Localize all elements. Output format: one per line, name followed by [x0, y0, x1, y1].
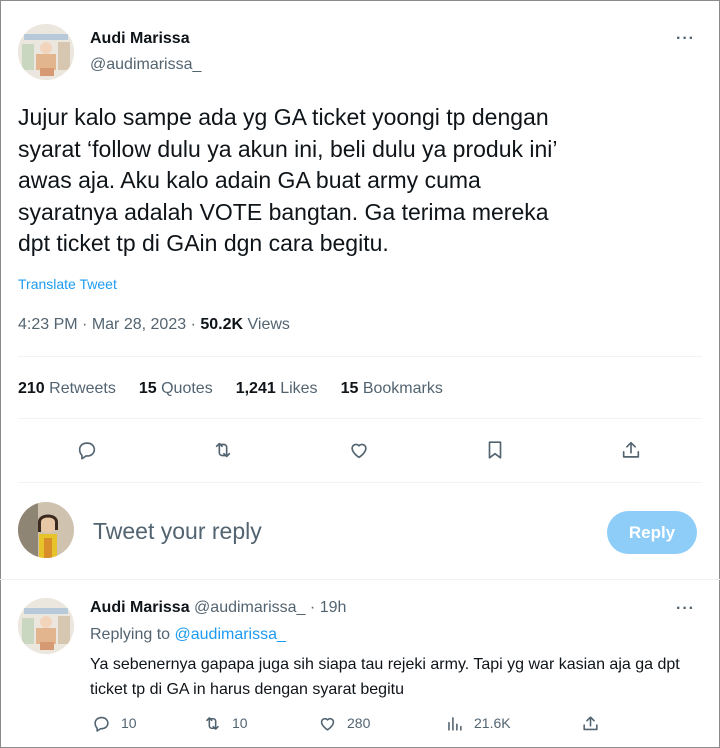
views-label: Views	[247, 316, 290, 333]
tweet-time[interactable]: 4:23 PM	[18, 316, 78, 333]
tweet-stats: 210 Retweets 15 Quotes 1,241 Likes 15 Bo…	[18, 380, 466, 398]
reply-reply-action[interactable]: 10	[92, 712, 137, 734]
replying-to: Replying to @audimarissa_	[90, 626, 286, 644]
reply-text: Ya sebenernya gapapa juga sih siapa tau …	[90, 656, 680, 698]
reply-views-count: 21.6K	[474, 715, 511, 731]
stat-bookmarks[interactable]: 15 Bookmarks	[341, 380, 443, 398]
divider	[18, 356, 702, 357]
translate-tweet-link[interactable]: Translate Tweet	[18, 276, 117, 292]
reply-button[interactable]: Reply	[607, 511, 697, 554]
reply-input[interactable]: Tweet your reply	[93, 518, 262, 545]
author-avatar[interactable]	[18, 24, 74, 80]
reply-retweets-count: 10	[232, 715, 248, 731]
meta-separator: ·	[82, 316, 88, 333]
retweet-icon[interactable]	[209, 436, 237, 464]
retweet-icon	[206, 716, 219, 730]
reply-age[interactable]: 19h	[320, 599, 347, 616]
reply-share-action[interactable]	[581, 712, 610, 734]
divider	[18, 418, 702, 419]
my-avatar[interactable]	[18, 502, 74, 558]
reply-retweet-action[interactable]: 10	[203, 712, 248, 734]
reply-author-handle[interactable]: @audimarissa_	[194, 599, 305, 616]
reply-author-avatar[interactable]	[18, 598, 74, 654]
reply-more-options-icon[interactable]: ···	[676, 600, 695, 618]
divider	[18, 482, 702, 483]
reply-header: Audi Marissa @audimarissa_ · 19h	[90, 599, 346, 617]
reply-like-action[interactable]: 280	[318, 712, 370, 734]
tweet-meta: 4:23 PM · Mar 28, 2023 · 50.2K Views	[18, 316, 290, 334]
views-count: 50.2K	[200, 316, 244, 333]
stat-likes[interactable]: 1,241 Likes	[236, 380, 318, 398]
tweet-text: Jujur kalo sampe ada yg GA ticket yoongi…	[18, 104, 558, 256]
meta-separator: ·	[190, 316, 196, 333]
share-icon[interactable]	[617, 436, 645, 464]
bookmark-icon[interactable]	[481, 436, 509, 464]
reply-separator: ·	[309, 599, 316, 616]
author-name[interactable]: Audi Marissa	[90, 30, 190, 48]
share-icon	[583, 715, 598, 730]
reply-icon[interactable]	[73, 436, 101, 464]
replying-to-prefix: Replying to	[90, 626, 171, 643]
reply-replies-count: 10	[121, 715, 137, 731]
reply-likes-count: 280	[347, 715, 371, 731]
like-icon	[320, 717, 335, 731]
tweet-date[interactable]: Mar 28, 2023	[92, 316, 186, 333]
replying-to-handle[interactable]: @audimarissa_	[175, 626, 286, 643]
reply-author-name[interactable]: Audi Marissa	[90, 599, 190, 616]
like-icon[interactable]	[345, 436, 373, 464]
author-handle[interactable]: @audimarissa_	[90, 56, 201, 74]
divider	[0, 579, 720, 580]
stat-retweets[interactable]: 210 Retweets	[18, 380, 116, 398]
stat-quotes[interactable]: 15 Quotes	[139, 380, 213, 398]
more-options-icon[interactable]: ···	[676, 30, 695, 48]
reply-icon	[94, 716, 109, 732]
views-icon	[448, 716, 462, 731]
reply-views-action[interactable]: 21.6K	[445, 712, 511, 734]
